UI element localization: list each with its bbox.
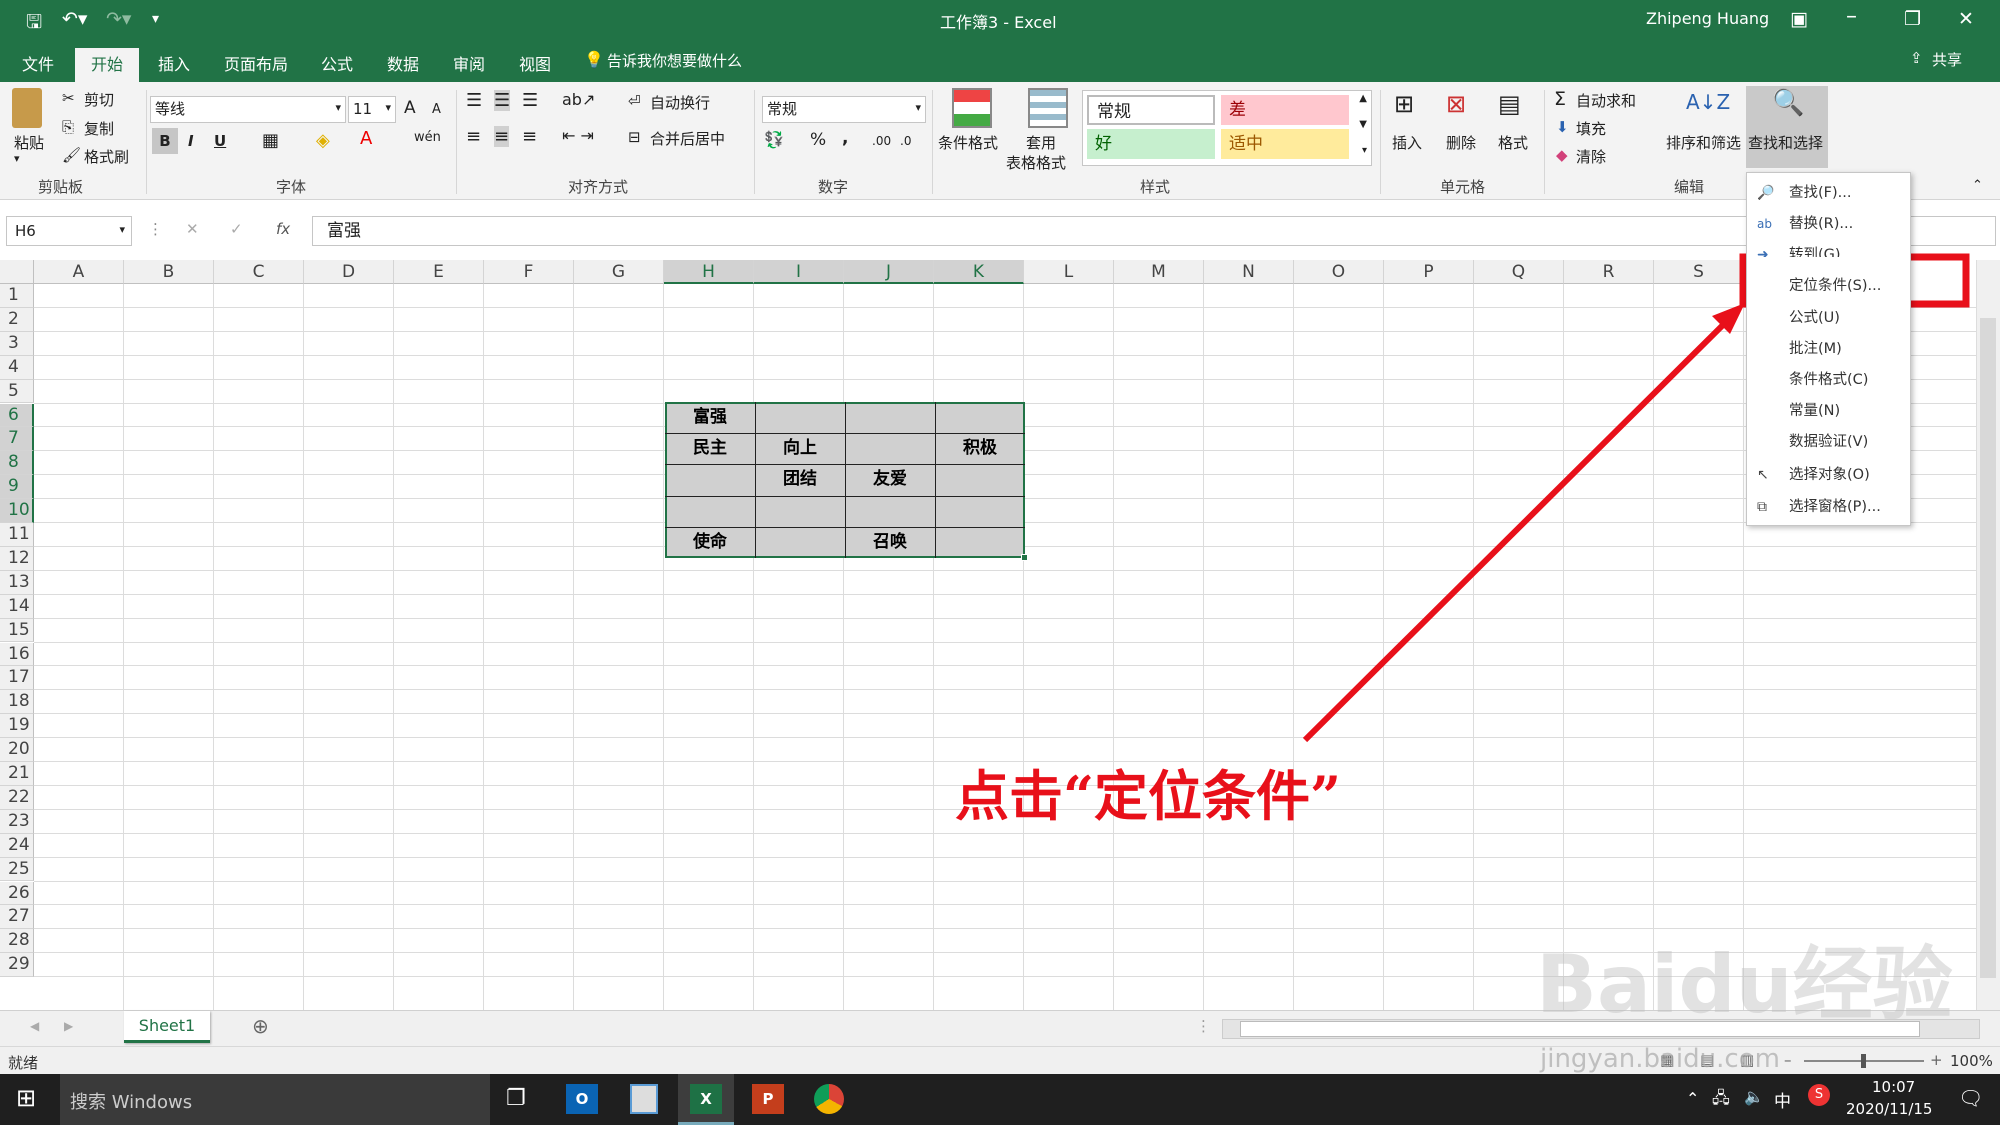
search-icon: 🔎 [1757, 185, 1775, 201]
chrome-icon[interactable] [814, 1084, 844, 1114]
powerpoint-icon[interactable]: P [752, 1084, 784, 1114]
menu-label: 查找(F)... [1789, 185, 1852, 201]
annotation-text: 点击“定位条件” [955, 764, 1342, 828]
prev-sheet-icon[interactable]: ◀ [30, 1019, 39, 1033]
watermark-url: jingyan.baidu.com [1540, 1044, 1780, 1074]
menu-item-goto[interactable]: ➜ 转到(G)... [1747, 241, 1910, 257]
annotation-arrow-line [1302, 315, 1733, 743]
network-icon[interactable]: 🖧 [1712, 1087, 1730, 1114]
menu-label: 转到(G)... [1789, 247, 1855, 257]
zoom-level[interactable]: 100% [1950, 1052, 1993, 1070]
ime-icon[interactable]: S [1808, 1084, 1830, 1106]
outlook-icon[interactable]: O [566, 1084, 598, 1114]
menu-label: 条件格式(C) [1789, 372, 1869, 388]
splitter-icon[interactable]: ⋮ [1196, 1017, 1211, 1035]
windows-taskbar: ⊞ 搜索 Windows ❐ O X P ⌃ 🖧 🔈 中 S 10:07 202… [0, 1074, 2000, 1125]
menu-label: 选择窗格(P)... [1789, 499, 1881, 515]
status-ready: 就绪 [8, 1054, 39, 1072]
selection-pane-icon: ⧉ [1757, 499, 1767, 515]
menu-item-data-validation[interactable]: 数据验证(V) [1747, 428, 1910, 456]
sheet-tab-sheet1[interactable]: Sheet1 [124, 1011, 210, 1043]
menu-label: 替换(R)... [1789, 216, 1854, 232]
find-select-dropdown: 🔎 查找(F)... ab 替换(R)... ➜ 转到(G)... 定位条件(S)..… [1746, 172, 1911, 526]
menu-item-goto-special[interactable]: 定位条件(S)... [1747, 272, 1910, 300]
excel-icon[interactable]: X [690, 1084, 722, 1114]
menu-item-find[interactable]: 🔎 查找(F)... [1747, 179, 1910, 207]
menu-item-constants[interactable]: 常量(N) [1747, 397, 1910, 425]
next-sheet-icon[interactable]: ▶ [64, 1019, 73, 1033]
taskbar-search[interactable]: 搜索 Windows [60, 1074, 490, 1125]
add-sheet-icon[interactable]: ⊕ [252, 1014, 269, 1038]
menu-label: 公式(U) [1789, 310, 1840, 326]
input-language[interactable]: 中 [1774, 1087, 1791, 1112]
menu-item-comments[interactable]: 批注(M) [1747, 335, 1910, 363]
windows-start-icon[interactable]: ⊞ [16, 1084, 36, 1112]
replace-icon: ab [1757, 217, 1772, 231]
zoom-out-icon[interactable]: – [1784, 1051, 1792, 1069]
volume-icon[interactable]: 🔈 [1744, 1087, 1764, 1106]
menu-label: 定位条件(S)... [1789, 278, 1882, 294]
menu-label: 选择对象(O) [1789, 467, 1870, 483]
goto-icon: ➜ [1757, 247, 1769, 257]
notification-icon[interactable]: 🗨 [1958, 1086, 1983, 1110]
tray-chevron-icon[interactable]: ⌃ [1686, 1089, 1699, 1108]
menu-item-conditional-formatting[interactable]: 条件格式(C) [1747, 366, 1910, 394]
notepad-icon[interactable] [630, 1084, 658, 1114]
menu-item-select-objects[interactable]: ↖ 选择对象(O) [1747, 461, 1910, 489]
menu-item-formulas[interactable]: 公式(U) [1747, 304, 1910, 332]
menu-item-selection-pane[interactable]: ⧉ 选择窗格(P)... [1747, 493, 1910, 521]
clock-time[interactable]: 10:07 [1872, 1078, 1915, 1096]
cursor-icon: ↖ [1757, 467, 1769, 483]
taskbar-search-text: 搜索 Windows [70, 1092, 193, 1113]
menu-label: 批注(M) [1789, 341, 1842, 357]
menu-label: 常量(N) [1789, 403, 1841, 419]
task-view-icon[interactable]: ❐ [506, 1086, 526, 1111]
menu-item-replace[interactable]: ab 替换(R)... [1747, 210, 1910, 238]
menu-label: 数据验证(V) [1789, 434, 1869, 450]
zoom-slider-thumb[interactable] [1861, 1054, 1866, 1068]
zoom-in-icon[interactable]: + [1930, 1051, 1943, 1069]
clock-date[interactable]: 2020/11/15 [1846, 1100, 1932, 1118]
watermark-logo: Baidu经验 [1536, 938, 1953, 1031]
